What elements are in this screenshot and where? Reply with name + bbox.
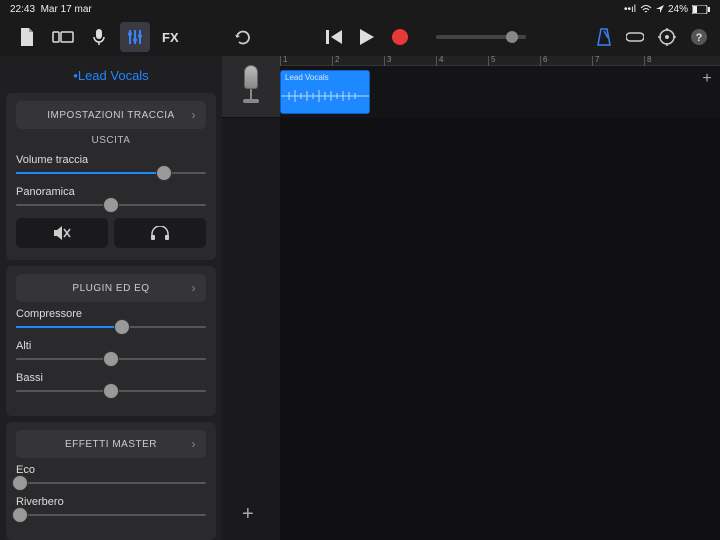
add-section-button[interactable]: + [694, 66, 720, 92]
status-right: ••ıl 24% [624, 4, 710, 15]
clock: 22:43 [10, 4, 35, 15]
compressor-slider[interactable] [16, 326, 206, 328]
help-icon[interactable]: ? [690, 28, 708, 46]
chevron-right-icon: › [192, 108, 197, 122]
camera-icon[interactable] [48, 22, 78, 52]
track-sidebar: •Lead Vocals IMPOSTAZIONI TRACCIA › USCI… [0, 56, 222, 540]
lows-slider[interactable] [16, 390, 206, 392]
battery-icon [692, 5, 710, 14]
pan-slider[interactable] [16, 204, 206, 206]
status-bar: 22:43 Mar 17 mar ••ıl 24% [0, 0, 720, 18]
mic-icon[interactable] [84, 22, 114, 52]
mute-button[interactable] [16, 218, 108, 248]
position-slider[interactable] [436, 35, 526, 39]
wifi-icon [640, 4, 652, 14]
solo-headphones-button[interactable] [114, 218, 206, 248]
location-icon [656, 5, 664, 13]
undo-icon[interactable] [227, 22, 257, 52]
settings-icon[interactable] [658, 28, 676, 46]
metronome-icon[interactable] [596, 28, 612, 46]
output-subhead: USCITA [16, 135, 206, 146]
volume-slider[interactable] [16, 172, 206, 174]
track-header-column [222, 56, 280, 540]
rewind-icon[interactable] [326, 30, 342, 44]
volume-label: Volume traccia [16, 154, 206, 166]
echo-slider[interactable] [16, 482, 206, 484]
signal-icon: ••ıl [624, 4, 636, 15]
compressor-label: Compressore [16, 308, 206, 320]
track-header[interactable] [222, 56, 280, 118]
track-area[interactable]: 12345678 Lead Vocals [222, 56, 720, 540]
track-name-label[interactable]: •Lead Vocals [6, 60, 216, 93]
toolbar: FX ? [0, 18, 720, 56]
timeline-ruler[interactable]: 12345678 [280, 56, 720, 66]
fx-button[interactable]: FX [156, 22, 185, 52]
svg-text:?: ? [696, 32, 703, 44]
reverb-label: Riverbero [16, 496, 206, 508]
battery-pct: 24% [668, 4, 688, 15]
highs-slider[interactable] [16, 358, 206, 360]
clip-label: Lead Vocals [281, 71, 369, 84]
date: Mar 17 mar [41, 4, 92, 15]
track-settings-header[interactable]: IMPOSTAZIONI TRACCIA › [16, 101, 206, 129]
reverb-slider[interactable] [16, 514, 206, 516]
audio-clip[interactable]: Lead Vocals [280, 70, 370, 114]
add-track-button[interactable]: + [242, 503, 254, 526]
chevron-right-icon: › [192, 281, 197, 295]
controls-icon[interactable] [120, 22, 150, 52]
echo-label: Eco [16, 464, 206, 476]
plugin-eq-header[interactable]: PLUGIN ED EQ › [16, 274, 206, 302]
play-icon[interactable] [360, 29, 374, 45]
track-lane[interactable]: Lead Vocals [280, 66, 720, 118]
record-icon[interactable] [392, 29, 408, 45]
master-fx-header[interactable]: EFFETTI MASTER › [16, 430, 206, 458]
mic-track-icon [236, 65, 266, 109]
chevron-right-icon: › [192, 437, 197, 451]
loop-icon[interactable] [626, 30, 644, 44]
document-icon[interactable] [12, 22, 42, 52]
